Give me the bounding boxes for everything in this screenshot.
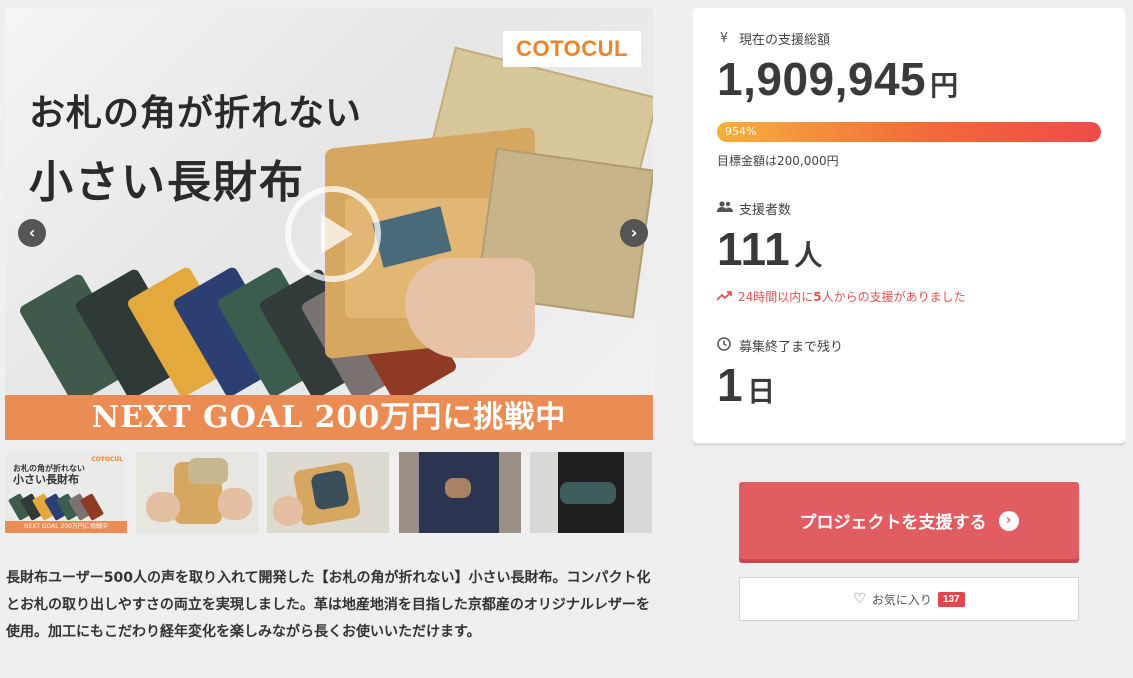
recent-support-note: 24時間以内に5人からの支援がありました — [716, 288, 966, 305]
thumbnail-2[interactable] — [136, 452, 258, 533]
remaining-label: 募集終了まで残り — [717, 336, 843, 355]
support-project-button[interactable]: プロジェクトを支援する › — [739, 482, 1079, 559]
funding-progress-bar: 954% — [717, 122, 1101, 142]
goal-amount: 目標金額は200,000円 — [717, 154, 839, 168]
support-button-label: プロジェクトを支援する — [799, 513, 987, 533]
chevron-left-icon[interactable]: ‹ — [18, 219, 46, 247]
thumbnail-4[interactable] — [399, 452, 521, 533]
project-description: 長財布ユーザー500人の声を取り入れて開発した【お札の角が折れない】小さい長財布… — [6, 570, 651, 640]
progress-percent: 954% — [725, 125, 757, 138]
favorite-label: お気に入り — [871, 592, 932, 607]
chevron-right-icon[interactable]: › — [620, 219, 648, 247]
trending-up-icon — [716, 290, 733, 304]
brand-logo: COTOCUL — [503, 31, 641, 67]
amount-label-text: 現在の支援総額 — [739, 33, 831, 48]
favorite-count-badge: 137 — [937, 591, 965, 607]
thumbnail-title-line2: 小さい長財布 — [13, 473, 79, 486]
yen-icon: ¥ — [719, 31, 729, 46]
amount-value: 1,909,945 円 — [717, 52, 958, 106]
project-main-image[interactable]: COTOCUL お札の角が折れない 小さい長財布 NEXT GOAL 200万円… — [5, 8, 653, 440]
arrow-circle-right-icon: › — [998, 510, 1019, 531]
next-goal-banner: NEXT GOAL 200万円に挑戦中 — [5, 395, 653, 440]
thumbnail-1[interactable]: COTOCUL お札の角が折れない 小さい長財布 NEXT GOAL 200万円… — [5, 452, 127, 533]
backers-label-text: 支援者数 — [739, 203, 792, 218]
hero-title-line2: 小さい長財布 — [29, 157, 305, 208]
clock-icon — [717, 336, 731, 355]
hand-photo — [218, 488, 252, 520]
funding-stats-card: ¥ 現在の支援総額 1,909,945 円 954% 目標金額は200,000円… — [693, 8, 1125, 443]
trend-suffix: 人からの支援がありました — [821, 290, 966, 304]
thumbnail-logo: COTOCUL — [91, 456, 123, 463]
heart-icon: ♡ — [853, 591, 866, 607]
hand-photo — [273, 496, 303, 526]
backers-value: 111 人 — [717, 222, 822, 276]
trend-prefix: 24時間以内に — [738, 290, 814, 304]
hand-photo — [146, 492, 180, 522]
wallet-in-pocket-photo — [445, 478, 471, 498]
hero-title-line1: お札の角が折れない — [29, 92, 363, 134]
remaining-label-text: 募集終了まで残り — [739, 340, 844, 355]
backers-unit: 人 — [794, 239, 823, 272]
amount-number: 1,909,945 — [717, 53, 927, 105]
favorite-button[interactable]: ♡ お気に入り 137 — [739, 577, 1079, 621]
wallet-photo — [560, 482, 616, 504]
remaining-unit: 日 — [747, 375, 776, 408]
amount-unit: 円 — [930, 69, 959, 102]
play-triangle-icon — [321, 214, 353, 254]
recent-support-text: 24時間以内に5人からの支援がありました — [738, 288, 966, 305]
hand — [405, 258, 535, 358]
banknote-photo — [188, 458, 228, 484]
remaining-number: 1 — [717, 359, 744, 411]
backers-label: 支援者数 — [717, 199, 791, 218]
cards-photo — [310, 469, 350, 511]
remaining-value: 1 日 — [717, 358, 775, 412]
amount-label: ¥ 現在の支援総額 — [717, 29, 830, 48]
backers-number: 111 — [717, 223, 791, 275]
thumbnail-title: お札の角が折れない 小さい長財布 — [13, 462, 85, 486]
users-icon — [717, 200, 733, 217]
thumbnail-3[interactable] — [267, 452, 389, 533]
thumbnail-5[interactable] — [530, 452, 652, 533]
trend-count: 5 — [813, 290, 822, 304]
thumbnail-banner: NEXT GOAL 200万円に挑戦中 — [5, 521, 127, 533]
